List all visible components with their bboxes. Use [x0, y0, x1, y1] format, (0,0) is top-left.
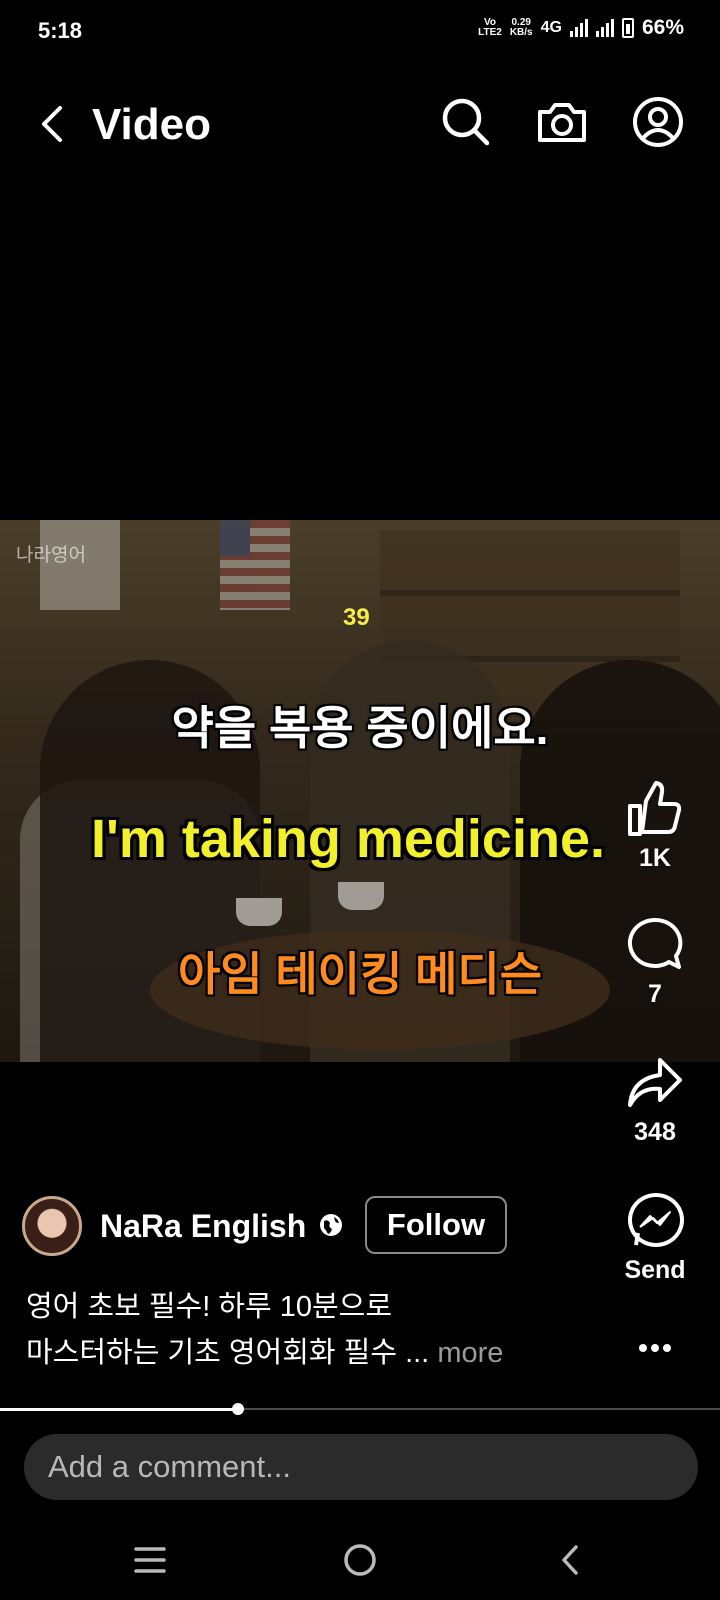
like-count: 1K	[639, 844, 671, 872]
progress-handle[interactable]	[231, 1403, 244, 1415]
search-icon[interactable]	[438, 94, 494, 150]
send-button[interactable]: Send	[610, 1190, 700, 1285]
caption-line-with-more: 마스터하는 기초 영어회화 필수 ... more	[26, 1330, 586, 1376]
messenger-icon	[628, 1193, 684, 1247]
avatar[interactable]	[22, 1196, 82, 1256]
post-caption[interactable]: 영어 초보 필수! 하루 10분으로 마스터하는 기초 영어회화 필수 ... …	[26, 1284, 586, 1376]
share-button[interactable]: 348	[610, 1052, 700, 1147]
battery-icon	[621, 18, 634, 38]
comment-count: 7	[648, 980, 662, 1008]
comment-button[interactable]: 7	[610, 914, 700, 1009]
more-options-button[interactable]	[610, 1326, 700, 1366]
globe-icon	[320, 1214, 342, 1236]
top-bar: Video	[0, 88, 720, 168]
video-progress-bar[interactable]	[0, 1403, 720, 1415]
author-row: NaRa English Follow	[22, 1196, 582, 1256]
more-link[interactable]: more	[437, 1337, 503, 1369]
camera-icon[interactable]	[534, 94, 590, 150]
page-title: Video	[92, 100, 212, 149]
system-nav-bar	[0, 1530, 720, 1600]
battery-percent: 66%	[641, 16, 684, 39]
channel-watermark: 나라영어	[16, 545, 86, 566]
share-icon	[628, 1058, 682, 1107]
signal-icon	[569, 19, 588, 37]
volte-indicator: Vo LTE2	[478, 17, 502, 38]
back-nav-icon[interactable]	[540, 1530, 600, 1590]
signal-icon	[595, 19, 614, 37]
english-caption: I'm taking medicine.	[91, 809, 605, 869]
progress-fill	[0, 1408, 238, 1411]
status-bar: 5:18 Vo LTE2 0.29 KB/s 4G 66%	[0, 0, 720, 60]
send-label: Send	[624, 1256, 686, 1284]
comment-icon	[627, 917, 683, 969]
share-count: 348	[634, 1118, 676, 1146]
lesson-number: 39	[343, 604, 370, 631]
recents-icon[interactable]	[120, 1530, 180, 1590]
follow-button[interactable]: Follow	[365, 1196, 507, 1254]
network-type: 4G	[540, 19, 562, 36]
back-icon[interactable]	[32, 102, 76, 146]
status-time: 5:18	[38, 18, 83, 43]
net-speed-indicator: 0.29 KB/s	[509, 17, 533, 38]
author-name[interactable]: NaRa English	[100, 1208, 306, 1245]
status-icons: Vo LTE2 0.29 KB/s 4G 66%	[478, 16, 684, 40]
caption-line: 영어 초보 필수! 하루 10분으로	[26, 1291, 393, 1323]
home-icon[interactable]	[330, 1530, 390, 1590]
more-icon	[639, 1344, 671, 1352]
thumbs-up-icon	[628, 781, 682, 836]
profile-icon[interactable]	[630, 94, 686, 150]
like-button[interactable]: 1K	[610, 778, 700, 873]
comment-input[interactable]	[24, 1434, 698, 1500]
korean-caption: 약을 복용 중이에요.	[171, 702, 549, 754]
caption-line: 마스터하는 기초 영어회화 필수 ...	[26, 1337, 430, 1369]
